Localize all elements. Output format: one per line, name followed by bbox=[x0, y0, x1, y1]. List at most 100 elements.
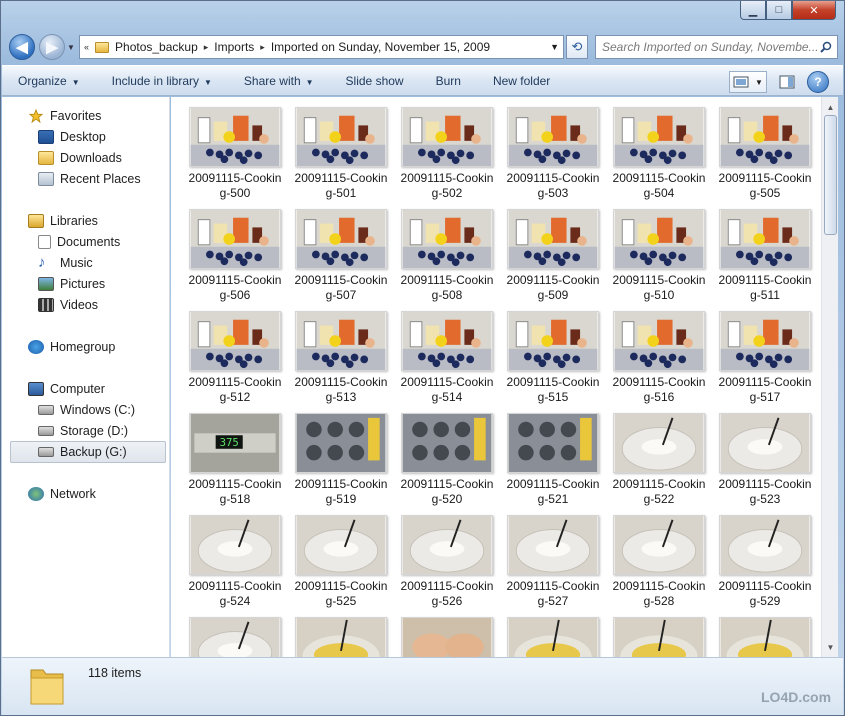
file-tile[interactable]: 20091115-Cookin g-507 bbox=[295, 209, 387, 307]
file-tile[interactable]: 20091115-Cookin g-505 bbox=[719, 107, 811, 205]
file-tile[interactable]: 20091115-Cookin g-517 bbox=[719, 311, 811, 409]
minimize-button[interactable]: ▁ bbox=[740, 1, 766, 20]
sidebar-item-recent-places[interactable]: Recent Places bbox=[38, 168, 141, 190]
sidebar-item-label: Storage (D:) bbox=[60, 424, 129, 438]
file-name-line-2: g-515 bbox=[537, 390, 569, 404]
file-tile[interactable]: 20091115-Cookin g-526 bbox=[401, 515, 493, 613]
sidebar-item-computer[interactable]: Computer bbox=[28, 378, 105, 400]
photo-thumbnail bbox=[295, 209, 387, 269]
file-name: 20091115-Cookin g-529 bbox=[713, 579, 817, 609]
file-tile[interactable]: 20091115-Cookin g-515 bbox=[507, 311, 599, 409]
file-tile[interactable]: 20091115-Cookin g-509 bbox=[507, 209, 599, 307]
file-tile[interactable]: 20091115-Cookin g-519 bbox=[295, 413, 387, 511]
file-name-line-2: g-514 bbox=[431, 390, 463, 404]
recent-pages-button[interactable]: ▼ bbox=[67, 43, 75, 52]
file-tile[interactable]: 20091115-Cookin g-525 bbox=[295, 515, 387, 613]
file-tile[interactable]: 20091115-Cookin g-522 bbox=[613, 413, 705, 511]
file-tile[interactable] bbox=[507, 617, 599, 657]
file-tile[interactable] bbox=[189, 617, 281, 657]
file-tile[interactable] bbox=[401, 617, 493, 657]
breadcrumb-imports[interactable]: Imports bbox=[214, 40, 254, 54]
close-button[interactable]: ✕ bbox=[792, 1, 836, 20]
sidebar-item-desktop[interactable]: Desktop bbox=[38, 126, 106, 148]
sidebar-item-windows-c[interactable]: Windows (C:) bbox=[38, 399, 135, 421]
slide-show-button[interactable]: Slide show bbox=[346, 74, 404, 88]
file-tile[interactable]: 20091115-Cookin g-504 bbox=[613, 107, 705, 205]
file-tile[interactable]: 20091115-Cookin g-506 bbox=[189, 209, 281, 307]
file-tile[interactable]: 20091115-Cookin g-516 bbox=[613, 311, 705, 409]
burn-button[interactable]: Burn bbox=[436, 74, 461, 88]
preview-pane-button[interactable] bbox=[775, 71, 799, 93]
file-tile[interactable]: 20091115-Cookin g-523 bbox=[719, 413, 811, 511]
file-tile[interactable] bbox=[295, 617, 387, 657]
file-name-line-2: g-529 bbox=[749, 594, 781, 608]
sidebar-item-homegroup[interactable]: Homegroup bbox=[28, 336, 115, 358]
sidebar-item-downloads[interactable]: Downloads bbox=[38, 147, 122, 169]
file-tile[interactable] bbox=[719, 617, 811, 657]
file-tile[interactable]: 20091115-Cookin g-503 bbox=[507, 107, 599, 205]
search-placeholder: Search Imported on Sunday, Novembe... bbox=[602, 40, 819, 54]
breadcrumb-current-folder[interactable]: Imported on Sunday, November 15, 2009 bbox=[271, 40, 490, 54]
maximize-button[interactable]: □ bbox=[766, 1, 792, 20]
file-view[interactable]: 20091115-Cookin g-500 20091115-Cookin g-501… bbox=[171, 97, 821, 657]
file-tile[interactable]: 20091115-Cookin g-520 bbox=[401, 413, 493, 511]
file-tile[interactable]: 20091115-Cookin g-514 bbox=[401, 311, 493, 409]
breadcrumb-separator-icon[interactable]: ▸ bbox=[260, 42, 265, 53]
file-tile[interactable]: 20091115-Cookin g-508 bbox=[401, 209, 493, 307]
hidden-crumbs-icon[interactable]: « bbox=[84, 42, 89, 52]
folder-icon bbox=[95, 41, 110, 53]
file-tile[interactable]: 375 20091115-Cookin g-518 bbox=[189, 413, 281, 511]
include-in-library-menu[interactable]: Include in library ▼ bbox=[112, 74, 212, 88]
photo-thumbnail bbox=[189, 617, 281, 657]
search-input[interactable]: Search Imported on Sunday, Novembe... bbox=[595, 35, 838, 59]
sidebar-item-network[interactable]: Network bbox=[28, 483, 96, 505]
sidebar-item-pictures[interactable]: Pictures bbox=[38, 273, 105, 295]
forward-button[interactable]: ▶ bbox=[39, 34, 65, 60]
file-tile[interactable]: 20091115-Cookin g-528 bbox=[613, 515, 705, 613]
file-tile[interactable]: 20091115-Cookin g-512 bbox=[189, 311, 281, 409]
address-bar[interactable]: « Photos_backup ▸ Imports ▸ Imported on … bbox=[79, 35, 564, 59]
sidebar-item-videos[interactable]: Videos bbox=[38, 294, 98, 316]
vertical-scrollbar[interactable]: ▲ ▼ bbox=[821, 97, 838, 657]
new-folder-button[interactable]: New folder bbox=[493, 74, 550, 88]
sidebar-item-documents[interactable]: Documents bbox=[38, 231, 120, 253]
scroll-up-icon[interactable]: ▲ bbox=[824, 100, 837, 114]
change-view-button[interactable]: ▼ bbox=[729, 71, 767, 93]
file-tile[interactable]: 20091115-Cookin g-527 bbox=[507, 515, 599, 613]
scroll-thumb[interactable] bbox=[824, 115, 837, 235]
file-tile[interactable] bbox=[613, 617, 705, 657]
breadcrumb-separator-icon[interactable]: ▸ bbox=[204, 42, 209, 53]
organize-menu[interactable]: Organize ▼ bbox=[18, 74, 80, 88]
help-button[interactable]: ? bbox=[807, 71, 829, 93]
file-name-line-2: g-506 bbox=[219, 288, 251, 302]
sidebar-item-storage-d[interactable]: Storage (D:) bbox=[38, 420, 128, 442]
file-tile[interactable]: 20091115-Cookin g-524 bbox=[189, 515, 281, 613]
refresh-button[interactable]: ⟲ bbox=[566, 35, 588, 59]
file-tile[interactable]: 20091115-Cookin g-501 bbox=[295, 107, 387, 205]
file-tile[interactable]: 20091115-Cookin g-502 bbox=[401, 107, 493, 205]
scroll-down-icon[interactable]: ▼ bbox=[824, 640, 837, 654]
sidebar-item-backup-g[interactable]: Backup (G:) bbox=[10, 441, 166, 463]
file-tile[interactable]: 20091115-Cookin g-511 bbox=[719, 209, 811, 307]
address-dropdown-icon[interactable]: ▼ bbox=[550, 42, 559, 52]
file-name: 20091115-Cookin g-523 bbox=[713, 477, 817, 507]
photo-thumbnail bbox=[613, 209, 705, 269]
file-name-line-2: g-507 bbox=[325, 288, 357, 302]
file-tile[interactable]: 20091115-Cookin g-513 bbox=[295, 311, 387, 409]
file-tile[interactable]: 20091115-Cookin g-529 bbox=[719, 515, 811, 613]
sidebar-item-label: Libraries bbox=[50, 214, 98, 228]
breadcrumb-photos-backup[interactable]: Photos_backup bbox=[115, 40, 198, 54]
search-icon[interactable] bbox=[820, 41, 832, 53]
file-tile[interactable]: 20091115-Cookin g-510 bbox=[613, 209, 705, 307]
photo-thumbnail bbox=[719, 107, 811, 167]
help-icon: ? bbox=[814, 75, 822, 89]
sidebar-item-libraries[interactable]: Libraries bbox=[28, 210, 98, 232]
sidebar-item-label: Network bbox=[50, 487, 96, 501]
sidebar-item-favorites[interactable]: Favorites bbox=[28, 105, 101, 127]
back-button[interactable]: ◀ bbox=[9, 34, 35, 60]
file-tile[interactable]: 20091115-Cookin g-500 bbox=[189, 107, 281, 205]
sidebar-item-music[interactable]: ♪ Music bbox=[38, 252, 93, 274]
share-with-menu[interactable]: Share with ▼ bbox=[244, 74, 314, 88]
file-tile[interactable]: 20091115-Cookin g-521 bbox=[507, 413, 599, 511]
photo-thumbnail: 375 bbox=[189, 413, 281, 473]
